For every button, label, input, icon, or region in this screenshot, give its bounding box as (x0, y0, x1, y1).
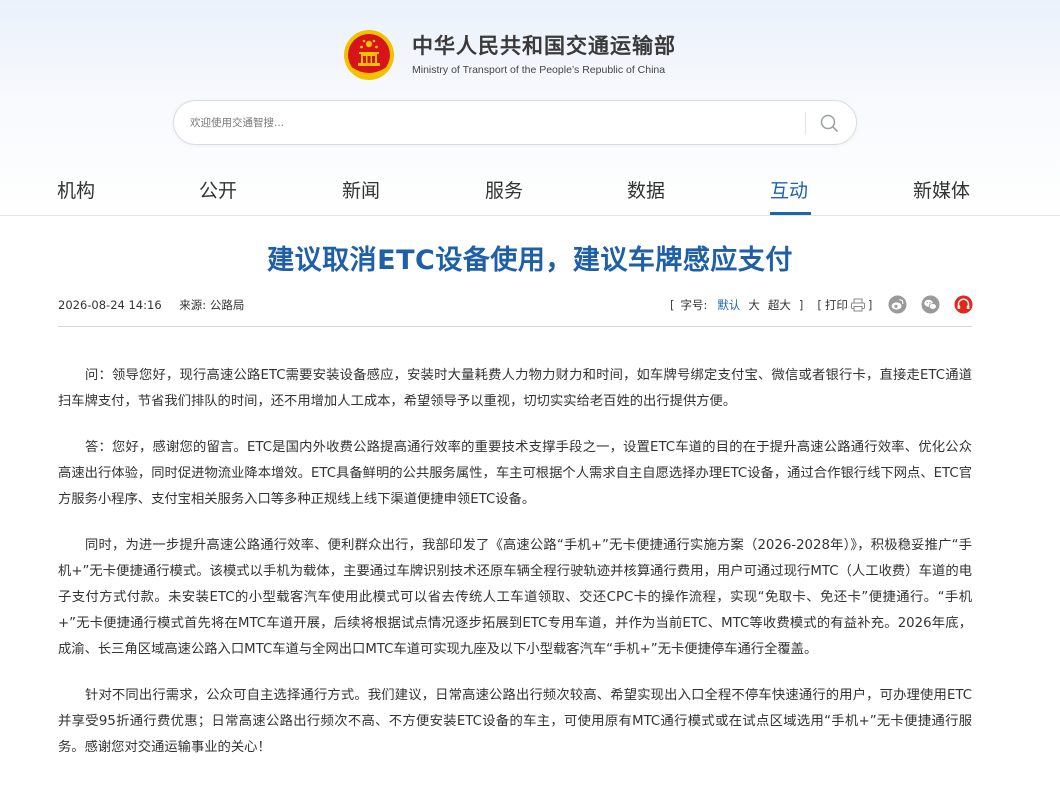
search-icon (820, 114, 838, 132)
wechat-icon[interactable] (921, 295, 940, 314)
douyin-icon[interactable] (954, 295, 973, 314)
print-bracket-close: ] (867, 298, 873, 312)
print-bracket-open: [ (817, 298, 822, 312)
site-brand[interactable]: 中华人民共和国交通运输部 Ministry of Transport of th… (342, 28, 676, 82)
print-label: 打印 (824, 298, 848, 312)
active-tab-indicator (770, 212, 811, 215)
nav-item-institutions[interactable]: 机构 (57, 178, 95, 204)
meta-divider (58, 326, 972, 327)
publish-date: 2026-08-24 14:16 (58, 298, 162, 312)
nav-item-data[interactable]: 数据 (627, 178, 665, 204)
article-source: 来源: 公路局 (179, 298, 245, 312)
site-name-cn: 中华人民共和国交通运输部 (412, 34, 676, 58)
font-size-large[interactable]: 大 (748, 296, 760, 314)
article-paragraph-policy: 同时，为进一步提升高速公路通行效率、便利群众出行，我部印发了《高速公路“手机+”… (58, 538, 972, 657)
print-button[interactable]: [ 打印 ] (817, 296, 872, 314)
nav-item-interaction[interactable]: 互动 (770, 178, 808, 204)
article-paragraph-recommendation: 针对不同出行需求，公众可自主选择通行方式。我们建议，日常高速公路出行频次较高、希… (58, 688, 972, 755)
bracket-close: ] (798, 298, 804, 312)
font-size-label: 字号: (680, 298, 708, 312)
nav-item-new-media[interactable]: 新媒体 (913, 178, 970, 204)
article-title: 建议取消ETC设备使用，建议车牌感应支付 (267, 245, 793, 276)
font-size-default[interactable]: 默认 (717, 296, 740, 314)
search-bar (173, 100, 857, 145)
printer-icon (850, 298, 865, 312)
search-input[interactable] (190, 112, 790, 134)
nav-item-services[interactable]: 服务 (485, 178, 523, 204)
font-size-xlarge[interactable]: 超大 (768, 296, 791, 314)
article-tools: [ 字号: 默认 大 超大 ] [ 打印 ] (670, 296, 872, 314)
national-emblem-icon (344, 30, 394, 80)
search-divider (805, 112, 806, 134)
nav-item-news[interactable]: 新闻 (342, 178, 380, 204)
nav-item-disclosure[interactable]: 公开 (199, 178, 237, 204)
weibo-icon[interactable] (888, 295, 907, 314)
search-button[interactable] (815, 110, 843, 136)
article-paragraph-answer: 答：您好，感谢您的留言。ETC是国内外收费公路提高通行效率的重要技术支撑手段之一… (58, 440, 972, 507)
article-meta: 2026-08-24 14:16 来源: 公路局 (58, 296, 244, 314)
site-name-en: Ministry of Transport of the People’s Re… (412, 64, 666, 76)
bracket-open: [ (670, 298, 675, 312)
article-body: 问：领导您好，现行高速公路ETC需要安装设备感应，安装时大量耗费人力物力财力和时… (58, 363, 972, 781)
main-nav: 机构 公开 新闻 服务 数据 互动 新媒体 (0, 172, 1060, 216)
article-paragraph-question: 问：领导您好，现行高速公路ETC需要安装设备感应，安装时大量耗费人力物力财力和时… (58, 368, 972, 409)
